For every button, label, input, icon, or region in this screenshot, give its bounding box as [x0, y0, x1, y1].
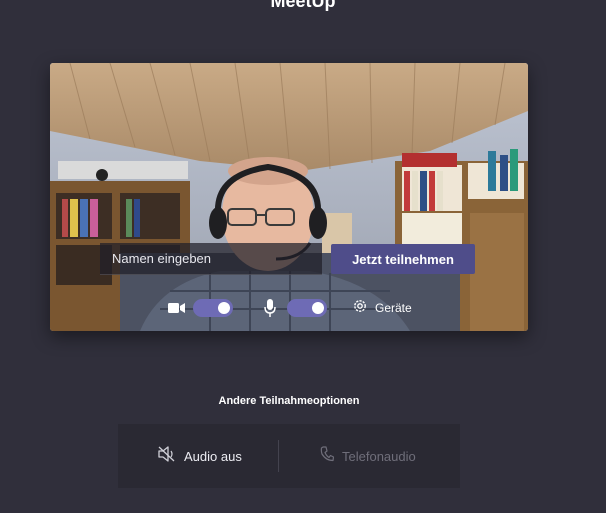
device-controls: Geräte: [50, 296, 528, 320]
video-camera-icon[interactable]: [168, 296, 186, 320]
camera-toggle-knob: [218, 302, 230, 314]
join-now-button[interactable]: Jetzt teilnehmen: [331, 244, 475, 274]
camera-toggle[interactable]: [193, 299, 233, 317]
devices-button[interactable]: Geräte: [352, 296, 412, 320]
camera-preview: Jetzt teilnehmen: [50, 63, 528, 331]
options-divider: [278, 440, 279, 472]
microphone-icon[interactable]: [264, 296, 276, 320]
other-join-options-title: Andere Teilnahmeoptionen: [218, 395, 360, 407]
audio-off-label: Audio aus: [184, 448, 242, 464]
devices-label: Geräte: [375, 301, 412, 315]
gear-icon: [352, 298, 368, 319]
other-join-options-panel: Audio aus Telefonaudio: [118, 424, 460, 488]
camera-video-feed: [50, 63, 528, 331]
microphone-toggle-knob: [312, 302, 324, 314]
audio-off-option[interactable]: Audio aus: [158, 424, 242, 488]
meeting-title: MeetUp: [270, 0, 336, 11]
phone-audio-label: Telefonaudio: [342, 448, 416, 464]
name-input[interactable]: [100, 243, 322, 275]
phone-icon: [320, 445, 335, 467]
microphone-toggle[interactable]: [287, 299, 327, 317]
phone-audio-option[interactable]: Telefonaudio: [320, 424, 416, 488]
speaker-muted-icon: [158, 445, 176, 467]
